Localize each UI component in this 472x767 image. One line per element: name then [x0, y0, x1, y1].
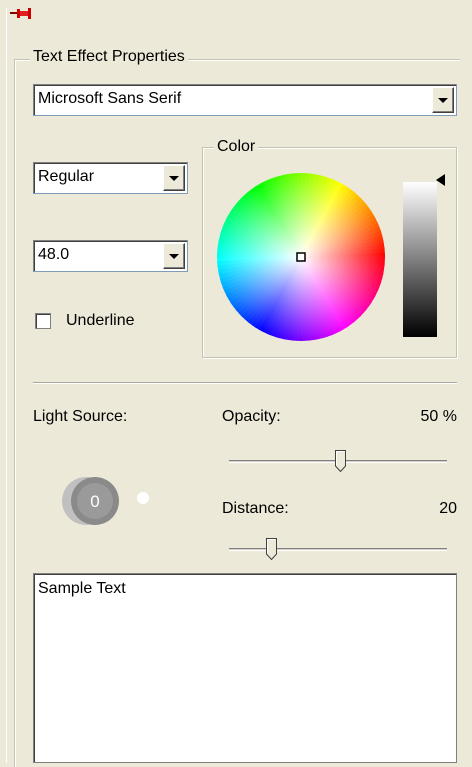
- font-style-dropdown-button[interactable]: [163, 165, 185, 191]
- sample-text: Sample Text: [38, 580, 126, 597]
- distance-slider-thumb[interactable]: [266, 538, 277, 560]
- pushpin-icon[interactable]: [10, 5, 32, 21]
- light-source-value: 0: [90, 492, 99, 511]
- font-size-value: 48.0: [38, 246, 70, 263]
- opacity-value: 50 %: [420, 408, 457, 425]
- font-family-dropdown-button[interactable]: [432, 87, 454, 113]
- font-family-select[interactable]: Microsoft Sans Serif: [33, 84, 457, 116]
- group-border-left-highlight: [15, 60, 16, 767]
- brightness-marker[interactable]: [436, 174, 445, 186]
- font-style-select[interactable]: Regular: [33, 162, 188, 194]
- font-size-select[interactable]: 48.0: [33, 240, 188, 272]
- light-source-dial[interactable]: 0: [62, 476, 122, 526]
- color-selector-marker[interactable]: [296, 252, 306, 262]
- distance-value: 20: [439, 500, 457, 517]
- distance-slider-track[interactable]: [229, 548, 447, 551]
- font-family-value: Microsoft Sans Serif: [38, 90, 182, 107]
- separator: [33, 382, 457, 384]
- group-title: Text Effect Properties: [30, 48, 188, 66]
- opacity-label: Opacity:: [222, 408, 281, 425]
- light-source-label: Light Source:: [33, 408, 128, 425]
- opacity-slider-thumb[interactable]: [335, 450, 346, 472]
- color-wheel[interactable]: [216, 172, 386, 342]
- underline-label[interactable]: Underline: [66, 312, 134, 330]
- brightness-bar[interactable]: [403, 182, 437, 337]
- color-group-title: Color: [214, 138, 259, 156]
- font-size-dropdown-button[interactable]: [163, 243, 185, 269]
- distance-label: Distance:: [222, 500, 289, 517]
- underline-checkbox[interactable]: [35, 313, 51, 329]
- sample-text-area[interactable]: Sample Text: [33, 573, 457, 763]
- light-indicator-icon: [137, 492, 149, 504]
- font-style-value: Regular: [38, 168, 95, 185]
